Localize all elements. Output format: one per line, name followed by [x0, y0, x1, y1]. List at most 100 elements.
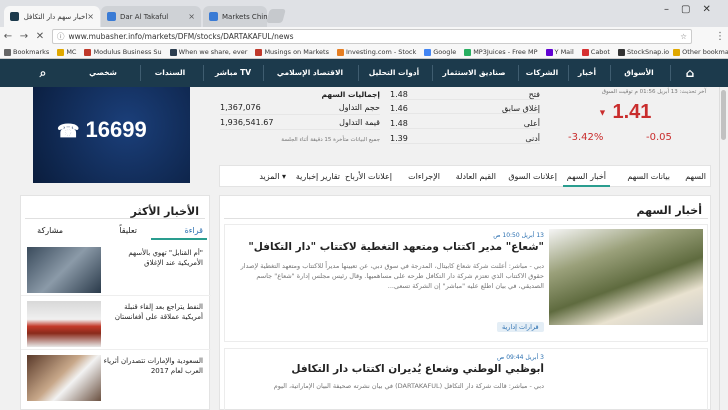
bookmark-item[interactable]: MC: [57, 48, 76, 56]
scrollbar-thumb[interactable]: [721, 90, 726, 140]
site-favicon-icon: [107, 12, 116, 21]
active-tab-indicator: [151, 238, 207, 240]
stock-totals-panel: إجماليات السهم حجم التداول 1,367,076 قيم…: [220, 87, 380, 151]
close-tab-icon[interactable]: ×: [188, 12, 195, 21]
nav-analysis-tools[interactable]: أدوات التحليل: [360, 59, 428, 87]
maximize-icon[interactable]: ▢: [681, 4, 690, 15]
price-label: أدنى: [525, 134, 540, 143]
tab-reports[interactable]: تقارير إخبارية: [296, 172, 340, 181]
tab-stock-news[interactable]: أخبار السهم: [562, 166, 610, 187]
back-arrow-icon[interactable]: ←: [0, 31, 16, 42]
bookmark-item[interactable]: Musings on Markets: [255, 48, 329, 56]
totals-row: حجم التداول 1,367,076: [220, 103, 380, 115]
bookmark-item[interactable]: MP3Juices - Free MP: [464, 48, 538, 56]
bookmark-item[interactable]: StockSnap.io: [617, 48, 669, 56]
price-label: إغلاق سابق: [502, 104, 540, 113]
article-tag[interactable]: قرارات إدارية: [497, 322, 544, 332]
info-icon: ⓘ: [57, 32, 65, 41]
news-article[interactable]: 13 أبريل 10:50 ص "شعاع" مدير اكتتاب ومتع…: [224, 224, 708, 342]
stock-subtabs: السهم بيانات السهم أخبار السهم إعلانات ا…: [219, 165, 711, 187]
tab-fair-values[interactable]: القيم العادلة: [456, 172, 496, 181]
nav-funds[interactable]: صناديق الاستثمار: [434, 59, 514, 87]
close-window-icon[interactable]: ✕: [702, 4, 710, 15]
url-input[interactable]: ⓘ www.mubasher.info/markets/DFM/stocks/D…: [52, 29, 692, 44]
bookmark-label: Y Mail: [554, 48, 574, 56]
tab-most-commented[interactable]: تعليقاً: [119, 226, 137, 235]
price-row: أدنى 1.39: [390, 134, 540, 144]
bookmark-label: Modulus Business Su: [93, 48, 162, 56]
price-value: 1.48: [390, 90, 408, 99]
bookmark-item[interactable]: Cabot: [581, 48, 610, 56]
nav-separator: [568, 65, 569, 81]
main-navigation: ⌕ شخصي السندات مباشر TV الاقتصاد الإسلام…: [0, 59, 728, 87]
home-icon[interactable]: ⌂: [676, 59, 704, 87]
bookmark-item[interactable]: Investing.com - Stock: [336, 48, 416, 56]
advertisement-banner[interactable]: ☎ 16699: [33, 87, 190, 183]
new-tab-button[interactable]: [266, 9, 286, 23]
tab-actions[interactable]: الإجراءات: [408, 172, 440, 181]
list-item[interactable]: السعودية والإمارات تتصدران أثرياء العرب …: [21, 352, 211, 404]
nav-markets[interactable]: الأسواق: [614, 59, 664, 87]
price-label: أعلى: [523, 119, 540, 128]
search-icon[interactable]: ⌕: [32, 59, 54, 87]
browser-tab-title: Markets Chimp: [222, 12, 267, 21]
ad-phone: ☎ 16699: [57, 117, 147, 143]
bookmark-label: Bookmarks: [13, 48, 50, 56]
tab-label: أخبار السهم: [566, 172, 606, 181]
tab-market-announcements[interactable]: إعلانات السوق: [508, 172, 557, 181]
tab-stock-data[interactable]: بيانات السهم: [627, 172, 670, 181]
browser-tab-3[interactable]: Markets Chimp ×: [203, 6, 267, 27]
tab-stock[interactable]: السهم: [685, 172, 706, 181]
list-item[interactable]: "أم القنابل" تهوي بالأسهم الأمريكية عند …: [21, 244, 211, 296]
bookmark-label: Google: [433, 48, 457, 56]
nav-companies[interactable]: الشركات: [520, 59, 564, 87]
browser-tab-1[interactable]: أخبار سهم دار التكافل ش م ع - مباشر ×: [4, 6, 100, 27]
star-icon[interactable]: ☆: [680, 32, 687, 41]
reload-icon[interactable]: ✕: [32, 31, 48, 42]
bookmark-item[interactable]: Modulus Business Su: [84, 48, 162, 56]
totals-value: 1,367,076: [220, 103, 261, 112]
bookmark-item[interactable]: Y Mail: [545, 48, 574, 56]
news-thumbnail: [27, 301, 101, 347]
most-news-headline: "أم القنابل" تهوي بالأسهم الأمريكية عند …: [128, 249, 203, 267]
tab-earnings[interactable]: إعلانات الأرباح: [345, 172, 392, 181]
phone-icon: ☎: [57, 121, 80, 141]
bookmark-item[interactable]: Bookmarks: [4, 48, 49, 56]
bookmark-icon: [336, 48, 344, 56]
news-article[interactable]: 3 أبريل 09:44 ص أبوظبي الوطني وشعاع يُدي…: [224, 348, 708, 410]
tab-more[interactable]: المزيد ▾: [259, 172, 286, 181]
price-row: أعلى 1.48: [390, 119, 540, 129]
price-block: ▼ 1.41: [598, 101, 651, 124]
change-percent: -3.42%: [568, 132, 604, 143]
browser-tab-2[interactable]: Dar Al Takaful ×: [101, 6, 201, 27]
most-news-title: الأخبار الأكثر: [130, 205, 199, 218]
bookmark-item[interactable]: Other bookmarks: [673, 48, 728, 56]
nav-separator: [518, 65, 519, 81]
price-label: فتح: [528, 90, 540, 99]
list-item[interactable]: النفط يتراجع بعد إلقاء قنبلة أمريكية عمل…: [21, 298, 211, 350]
nav-personal[interactable]: شخصي: [83, 59, 123, 87]
bookmark-item[interactable]: Google: [424, 48, 456, 56]
article-summary: دبي - مباشر: أعلنت شركة شعاع كابيتال، ال…: [240, 262, 544, 290]
bookmark-item[interactable]: When we share, ever: [169, 48, 247, 56]
nav-separator: [358, 65, 359, 81]
bookmark-icon: [581, 48, 589, 56]
close-tab-icon[interactable]: ×: [87, 12, 94, 21]
bookmark-label: Other bookmarks: [682, 48, 728, 56]
tab-most-shared[interactable]: مشاركة: [37, 226, 63, 235]
totals-row: قيمة التداول 1,936,541.67: [220, 118, 380, 130]
nav-news[interactable]: أخبار: [570, 59, 604, 87]
price-value: 1.48: [390, 119, 408, 128]
nav-bonds[interactable]: السندات: [150, 59, 190, 87]
forward-arrow-icon[interactable]: →: [16, 31, 32, 42]
menu-icon[interactable]: ⋮: [712, 31, 728, 42]
most-news-headline: النفط يتراجع بعد إلقاء قنبلة أمريكية عمل…: [114, 303, 203, 321]
minimize-icon[interactable]: –: [664, 4, 669, 15]
browser-tab-strip: أخبار سهم دار التكافل ش م ع - مباشر × Da…: [0, 0, 728, 27]
nav-islamic-economy[interactable]: الاقتصاد الإسلامي: [266, 59, 354, 87]
window-controls: – ▢ ✕: [664, 4, 711, 15]
price-row: فتح 1.48: [390, 90, 540, 100]
nav-separator: [203, 65, 204, 81]
tab-most-read[interactable]: قراءة: [185, 226, 203, 235]
nav-mubasher-tv[interactable]: مباشر TV: [208, 59, 258, 87]
